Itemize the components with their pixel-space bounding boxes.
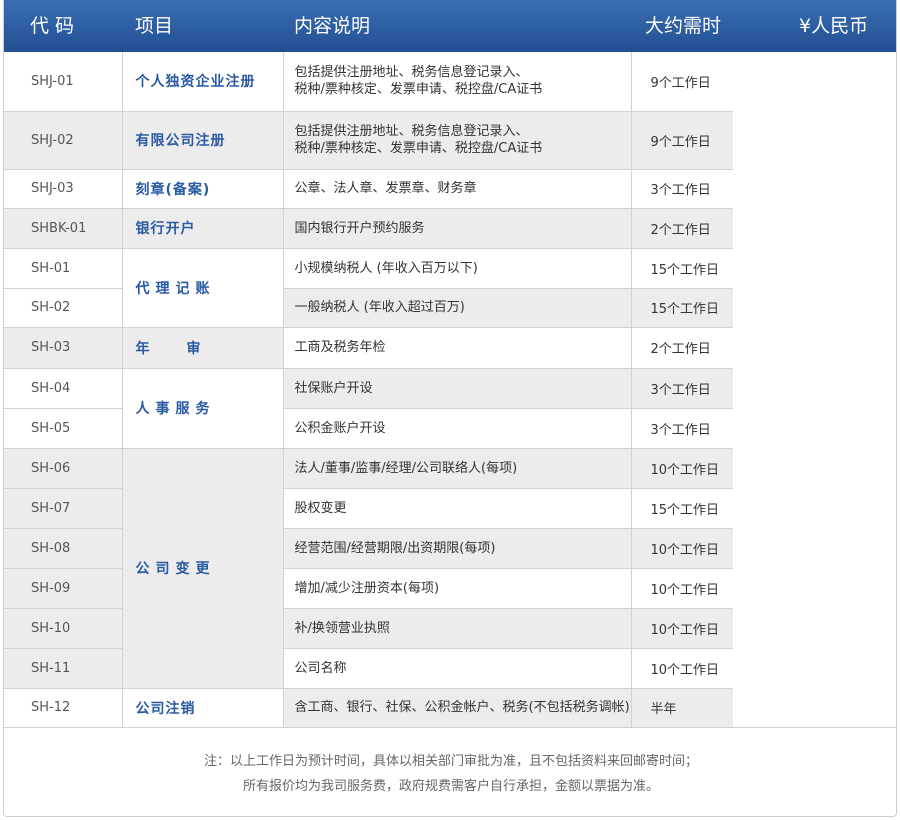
service-table: SHJ-01 个人独资企业注册 包括提供注册地址、税务信息登记录入、 税种/票种… <box>4 52 734 728</box>
row-code: SHJ-01 <box>4 52 123 112</box>
row-description: 法人/董事/监事/经理/公司联络人(每项) <box>282 447 632 489</box>
table-row: SH-11 公司名称 10个工作日 <box>4 647 734 689</box>
row-description: 公积金账户开设 <box>282 407 632 449</box>
row-time: 10个工作日 <box>630 447 734 489</box>
price-table-frame: 代 码 项目 内容说明 大约需时 ¥人民币 SHJ-01 个人独资企业注册 包括… <box>3 0 897 817</box>
row-description: 公司名称 <box>282 647 632 689</box>
table-row: SH-09 增加/减少注册资本(每项) 10个工作日 <box>4 567 734 609</box>
row-description-line: 税种/票种核定、发票申请、税控盘/CA证书 <box>294 82 543 98</box>
row-description: 社保账户开设 <box>282 367 632 409</box>
row-description: 国内银行开户预约服务 <box>282 207 632 249</box>
row-time: 9个工作日 <box>630 52 734 112</box>
header-description: 内容说明 <box>294 15 371 37</box>
row-time: 15个工作日 <box>630 287 734 328</box>
row-description: 增加/减少注册资本(每项) <box>282 567 632 609</box>
row-time: 半年 <box>630 687 734 728</box>
row-project: 银行开户 <box>121 207 284 249</box>
row-time: 3个工作日 <box>630 407 734 449</box>
row-description: 一般纳税人 (年收入超过百万) <box>282 287 632 328</box>
row-description: 公章、法人章、发票章、财务章 <box>282 168 632 209</box>
table-row: SHJ-02 有限公司注册 包括提供注册地址、税务信息登记录入、 税种/票种核定… <box>4 110 734 170</box>
row-description: 经营范围/经营期限/出资期限(每项) <box>282 527 632 569</box>
table-row: SH-08 经营范围/经营期限/出资期限(每项) 10个工作日 <box>4 527 734 569</box>
table-row: SHBK-01 银行开户 国内银行开户预约服务 2个工作日 <box>4 207 734 249</box>
row-time: 15个工作日 <box>630 487 734 529</box>
row-project: 代理记账 <box>121 247 284 328</box>
row-code: SH-10 <box>4 607 123 649</box>
table-row: SH-07 股权变更 15个工作日 <box>4 487 734 529</box>
row-code: SH-01 <box>4 247 123 289</box>
header-code: 代 码 <box>30 15 75 37</box>
table-header: 代 码 项目 内容说明 大约需时 ¥人民币 <box>4 0 896 52</box>
row-code: SH-03 <box>4 326 123 369</box>
row-description: 工商及税务年检 <box>282 326 632 369</box>
row-code: SH-04 <box>4 367 123 409</box>
row-time: 2个工作日 <box>630 326 734 369</box>
table-row: SHJ-03 刻章(备案) 公章、法人章、发票章、财务章 3个工作日 <box>4 168 734 209</box>
table-row: SH-02 一般纳税人 (年收入超过百万) 15个工作日 <box>4 287 734 328</box>
table-row: SH-04 人事服务 社保账户开设 3个工作日 <box>4 367 734 449</box>
row-description: 股权变更 <box>282 487 632 529</box>
row-time: 10个工作日 <box>630 527 734 569</box>
row-description: 含工商、银行、社保、公积金帐户、税务(不包括税务调帐) <box>282 687 632 728</box>
table-row: SH-03 年 审 工商及税务年检 2个工作日 <box>4 326 734 369</box>
row-description-line: 包括提供注册地址、税务信息登记录入、 <box>294 124 529 139</box>
row-code: SH-12 <box>4 687 123 728</box>
row-code: SH-06 <box>4 447 123 489</box>
table-row: SH-01 代理记账 小规模纳税人 (年收入百万以下) 15个工作日 <box>4 247 734 328</box>
row-project: 公司变更 <box>121 447 284 689</box>
row-project: 公司注销 <box>121 687 284 728</box>
header-price: ¥人民币 <box>799 15 869 37</box>
row-code: SH-08 <box>4 527 123 569</box>
row-description: 包括提供注册地址、税务信息登记录入、 税种/票种核定、发票申请、税控盘/CA证书 <box>282 110 632 170</box>
row-project: 刻章(备案) <box>121 168 284 209</box>
table-row: SHJ-01 个人独资企业注册 包括提供注册地址、税务信息登记录入、 税种/票种… <box>4 52 734 112</box>
table-row: SH-12 公司注销 含工商、银行、社保、公积金帐户、税务(不包括税务调帐) 半… <box>4 687 734 728</box>
footnote-line: 所有报价均为我司服务费，政府规费需客户自行承担，金额以票据为准。 <box>242 779 659 794</box>
row-code: SH-05 <box>4 407 123 449</box>
row-code: SH-07 <box>4 487 123 529</box>
row-time: 3个工作日 <box>630 367 734 409</box>
row-description: 补/换领营业执照 <box>282 607 632 649</box>
row-description: 小规模纳税人 (年收入百万以下) <box>282 247 632 289</box>
row-code: SH-02 <box>4 287 123 328</box>
row-project: 人事服务 <box>121 367 284 449</box>
row-time: 2个工作日 <box>630 207 734 249</box>
row-time: 10个工作日 <box>630 647 734 689</box>
row-time: 15个工作日 <box>630 247 734 289</box>
row-time: 9个工作日 <box>630 110 734 170</box>
row-code: SH-09 <box>4 567 123 609</box>
row-time: 10个工作日 <box>630 567 734 609</box>
row-project: 有限公司注册 <box>121 110 284 170</box>
row-time: 3个工作日 <box>630 168 734 209</box>
header-project: 项目 <box>135 15 174 37</box>
row-time: 10个工作日 <box>630 607 734 649</box>
table-row: SH-10 补/换领营业执照 10个工作日 <box>4 607 734 649</box>
row-project: 个人独资企业注册 <box>121 52 284 112</box>
table-row: SH-06 公司变更 法人/董事/监事/经理/公司联络人(每项) 10个工作日 <box>4 447 734 689</box>
footnote-line: 注：以上工作日为预计时间，具体以相关部门审批为准，且不包括资料来回邮寄时间； <box>203 754 698 769</box>
row-code: SHBK-01 <box>4 207 123 249</box>
row-code: SH-11 <box>4 647 123 689</box>
row-project: 年 审 <box>121 326 284 369</box>
row-code: SHJ-03 <box>4 168 123 209</box>
table-row: SH-05 公积金账户开设 3个工作日 <box>4 407 734 449</box>
footnote: 注：以上工作日为预计时间，具体以相关部门审批为准，且不包括资料来回邮寄时间； 所… <box>4 727 896 816</box>
row-description-line: 税种/票种核定、发票申请、税控盘/CA证书 <box>294 141 543 156</box>
header-time: 大约需时 <box>645 15 722 37</box>
row-description: 包括提供注册地址、税务信息登记录入、 税种/票种核定、发票申请、税控盘/CA证书 <box>282 52 632 112</box>
row-description-line: 包括提供注册地址、税务信息登记录入、 <box>294 65 529 81</box>
price-column <box>733 52 896 727</box>
row-code: SHJ-02 <box>4 110 123 170</box>
